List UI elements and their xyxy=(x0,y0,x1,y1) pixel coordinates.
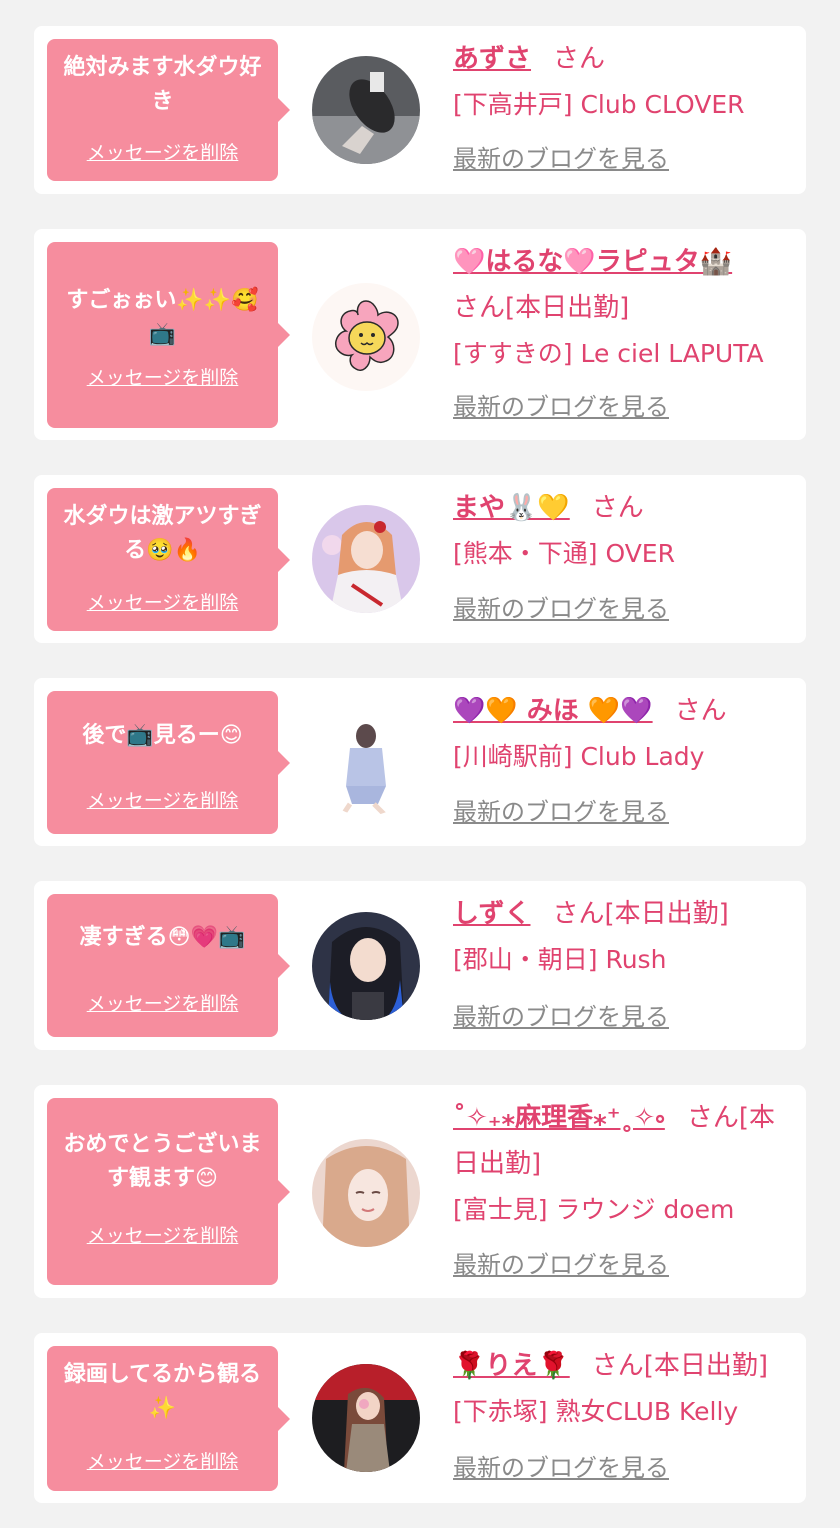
cast-name-line: 🌹りえ🌹 さん[本日出勤] xyxy=(453,1343,790,1389)
latest-blog-link[interactable]: 最新のブログを見る xyxy=(453,391,669,423)
cast-name-link[interactable]: 🩷はるな🩷ラピュタ🏰 xyxy=(453,247,732,277)
avatar[interactable] xyxy=(312,56,420,164)
delete-message-link[interactable]: メッセージを削除 xyxy=(47,591,278,615)
message-bubble: すごぉぉい✨✨🥰📺 メッセージを削除 xyxy=(47,242,290,428)
message-bubble: おめでとうございます観ます😊 メッセージを削除 xyxy=(47,1098,290,1285)
avatar[interactable] xyxy=(312,708,420,816)
latest-blog-link[interactable]: 最新のブログを見る xyxy=(453,796,669,828)
delete-message-link[interactable]: メッセージを削除 xyxy=(47,789,278,813)
shop-label: [すすきの] Le ciel LAPUTA xyxy=(453,339,764,368)
avatar[interactable] xyxy=(312,505,420,613)
delete-message-link[interactable]: メッセージを削除 xyxy=(47,141,278,165)
cast-name-link[interactable]: ˚✧₊⁎麻理香⁎⁺˳✧༚ xyxy=(453,1103,665,1133)
cast-name-line: 🩷はるな🩷ラピュタ🏰 さん[本日出勤] xyxy=(453,239,790,331)
cast-honorific: さん[本日出勤] xyxy=(552,899,729,929)
avatar[interactable] xyxy=(312,1139,420,1247)
cast-info: 💜🧡 みほ 🧡💜 さん [川崎駅前] Club Lady xyxy=(453,688,790,780)
avatar[interactable] xyxy=(312,912,420,1020)
cast-name-line: しずく さん[本日出勤] xyxy=(453,891,790,937)
cast-name-line: 💜🧡 みほ 🧡💜 さん xyxy=(453,688,790,734)
cast-honorific: さん[本日出勤] xyxy=(591,1351,769,1381)
message-text: 絶対みます水ダウ好き xyxy=(63,55,262,114)
message-bubble: 凄すぎる😳💗📺 メッセージを削除 xyxy=(47,894,290,1037)
message-text: すごぉぉい✨✨🥰📺 xyxy=(66,288,259,347)
favorite-message-list: 絶対みます水ダウ好き メッセージを削除 あずさ さん [下高井戸] Club CL… xyxy=(0,0,840,1528)
message-text: 録画してるから観る✨ xyxy=(63,1362,262,1421)
shop-label: [熊本・下通] OVER xyxy=(453,539,675,568)
message-card: すごぉぉい✨✨🥰📺 メッセージを削除 🩷はるな🩷ラピュタ🏰 さん[本日出勤] [す… xyxy=(34,229,806,440)
delete-message-link[interactable]: メッセージを削除 xyxy=(47,992,278,1016)
message-bubble: 絶対みます水ダウ好き メッセージを削除 xyxy=(47,39,290,181)
latest-blog-link[interactable]: 最新のブログを見る xyxy=(453,1249,669,1281)
cast-name-line: ˚✧₊⁎麻理香⁎⁺˳✧༚ さん[本日出勤] xyxy=(453,1095,790,1187)
cast-name-link[interactable]: あずさ xyxy=(453,44,531,74)
cast-info: あずさ さん [下高井戸] Club CLOVER xyxy=(453,36,790,128)
message-card: おめでとうございます観ます😊 メッセージを削除 ˚✧₊⁎麻理香⁎⁺˳✧༚ さん[本… xyxy=(34,1085,806,1298)
shop-label: [郡山・朝日] Rush xyxy=(453,945,667,974)
cast-info: しずく さん[本日出勤] [郡山・朝日] Rush xyxy=(453,891,790,983)
delete-message-link[interactable]: メッセージを削除 xyxy=(47,1224,278,1248)
message-card: 後で📺見るー😊 メッセージを削除 💜🧡 みほ 🧡💜 さん [川崎駅前] Club … xyxy=(34,678,806,846)
latest-blog-link[interactable]: 最新のブログを見る xyxy=(453,593,669,625)
message-bubble: 後で📺見るー😊 メッセージを削除 xyxy=(47,691,290,834)
cast-honorific: さん xyxy=(674,696,727,726)
latest-blog-link[interactable]: 最新のブログを見る xyxy=(453,1001,669,1033)
cast-name-line: あずさ さん xyxy=(453,36,790,82)
delete-message-link[interactable]: メッセージを削除 xyxy=(47,366,278,390)
delete-message-link[interactable]: メッセージを削除 xyxy=(47,1450,278,1474)
cast-info: 🩷はるな🩷ラピュタ🏰 さん[本日出勤] [すすきの] Le ciel LAPUTA xyxy=(453,239,790,377)
avatar[interactable] xyxy=(312,1364,420,1472)
shop-label: [下高井戸] Club CLOVER xyxy=(453,90,745,119)
shop-label: [川崎駅前] Club Lady xyxy=(453,742,705,771)
cast-info: ˚✧₊⁎麻理香⁎⁺˳✧༚ さん[本日出勤] [富士見] ラウンジ doem xyxy=(453,1095,790,1233)
message-text: 凄すぎる😳💗📺 xyxy=(79,925,246,950)
cast-name-link[interactable]: まや🐰💛 xyxy=(453,493,570,523)
shop-label: [下赤塚] 熟女CLUB Kelly xyxy=(453,1397,739,1426)
message-card: 凄すぎる😳💗📺 メッセージを削除 しずく さん[本日出勤] [郡山・朝日] Rus… xyxy=(34,881,806,1050)
cast-name-link[interactable]: 💜🧡 みほ 🧡💜 xyxy=(453,696,653,726)
cast-name-line: まや🐰💛 さん xyxy=(453,485,790,531)
message-bubble: 録画してるから観る✨ メッセージを削除 xyxy=(47,1346,290,1491)
message-card: 水ダウは激アツすぎる🥹🔥 メッセージを削除 まや🐰💛 さん [熊本・下通] OVE… xyxy=(34,475,806,643)
cast-info: まや🐰💛 さん [熊本・下通] OVER xyxy=(453,485,790,577)
message-card: 絶対みます水ダウ好き メッセージを削除 あずさ さん [下高井戸] Club CL… xyxy=(34,26,806,194)
latest-blog-link[interactable]: 最新のブログを見る xyxy=(453,143,669,175)
cast-honorific: さん xyxy=(591,493,644,523)
cast-name-link[interactable]: しずく xyxy=(453,899,530,929)
message-text: 後で📺見るー😊 xyxy=(82,723,243,748)
shop-label: [富士見] ラウンジ doem xyxy=(453,1195,735,1224)
avatar[interactable] xyxy=(312,283,420,391)
message-bubble: 水ダウは激アツすぎる🥹🔥 メッセージを削除 xyxy=(47,488,290,631)
cast-info: 🌹りえ🌹 さん[本日出勤] [下赤塚] 熟女CLUB Kelly xyxy=(453,1343,790,1435)
cast-honorific: さん[本日出勤] xyxy=(453,293,630,323)
message-text: 水ダウは激アツすぎる🥹🔥 xyxy=(63,504,262,563)
cast-name-link[interactable]: 🌹りえ🌹 xyxy=(453,1351,570,1381)
message-text: おめでとうございます観ます😊 xyxy=(63,1132,262,1191)
latest-blog-link[interactable]: 最新のブログを見る xyxy=(453,1452,669,1484)
message-card: 録画してるから観る✨ メッセージを削除 🌹りえ🌹 さん[本日出勤] [下赤塚] 熟… xyxy=(34,1333,806,1503)
cast-honorific: さん xyxy=(553,44,606,74)
